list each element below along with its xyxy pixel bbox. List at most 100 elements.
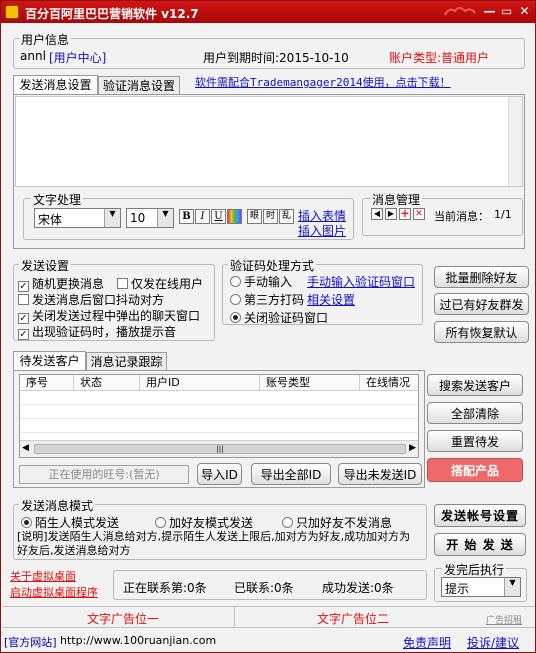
- font-size-value: 10: [130, 211, 146, 225]
- ad-recruit-link[interactable]: 广告招租: [486, 613, 522, 626]
- font-select[interactable]: 宋体 ▼: [34, 208, 121, 228]
- export-unsent-id-button[interactable]: 导出未发送ID: [338, 463, 422, 485]
- table-row[interactable]: [20, 419, 418, 433]
- scroll-right-icon[interactable]: ▶: [409, 443, 416, 453]
- random-tool-button[interactable]: 乱: [279, 209, 294, 224]
- horizontal-scrollbar[interactable]: ◀ ||| ▶: [20, 440, 418, 457]
- insert-image-link[interactable]: 插入图片: [298, 222, 346, 239]
- success-label: 成功发送:0条: [322, 581, 394, 595]
- skip-existing-friends-button[interactable]: 过已有好友群发: [434, 293, 529, 315]
- delete-message-icon[interactable]: ✕: [413, 208, 425, 220]
- checkbox-icon: [117, 278, 128, 289]
- restore-defaults-button[interactable]: 所有恢复默认: [434, 321, 529, 343]
- font-value: 宋体: [38, 213, 63, 227]
- random-message-checkbox[interactable]: ✓ 随机更换消息: [18, 275, 104, 292]
- textarea-scrollbar[interactable]: [508, 97, 522, 186]
- close-button[interactable]: ✕: [516, 3, 533, 19]
- match-products-button[interactable]: 搭配产品: [427, 458, 523, 482]
- random-message-label: 随机更换消息: [32, 277, 105, 291]
- column-header-status[interactable]: 状态: [74, 375, 140, 391]
- export-all-id-button[interactable]: 导出全部ID: [251, 463, 331, 485]
- friend-mode-label: 加好友模式发送: [169, 516, 254, 530]
- official-site-url[interactable]: http://www.100ruanjian.com: [60, 634, 216, 647]
- tab-pending-label: 待发送客户: [19, 354, 80, 368]
- contacting-label: 正在联系第:0条: [123, 581, 207, 595]
- minimize-button[interactable]: —: [481, 3, 498, 19]
- window-title: 百分百阿里巴巴营销软件 v12.7: [25, 7, 199, 21]
- tab-verify-message-settings[interactable]: 验证消息设置: [98, 76, 180, 95]
- column-header-online[interactable]: 在线情况: [360, 375, 418, 391]
- clear-all-button[interactable]: 全部清除: [427, 402, 523, 424]
- checkbox-checked-icon: ✓: [18, 329, 29, 340]
- captcha-sound-label: 出现验证码时，播放提示音: [32, 325, 177, 339]
- download-notice-link[interactable]: 软件需配合Trademangager2014使用，点击下载！: [195, 74, 451, 90]
- color-palette-icon[interactable]: [227, 209, 242, 224]
- feedback-link[interactable]: 投诉/建议: [467, 634, 519, 651]
- tab-send-message-settings[interactable]: 发送消息设置: [13, 75, 98, 95]
- captcha-sound-checkbox[interactable]: ✓ 出现验证码时，播放提示音: [18, 323, 176, 340]
- next-message-icon[interactable]: ▶: [385, 208, 397, 220]
- close-chat-window-checkbox[interactable]: ✓ 关闭发送过程中弹出的聊天窗口: [18, 307, 200, 324]
- ad-row: [3, 606, 535, 628]
- cloud-ornament-icon: [444, 7, 476, 16]
- ad-slot-two[interactable]: 文字广告位二: [317, 610, 389, 627]
- tab-pending-customers[interactable]: 待发送客户: [13, 351, 86, 371]
- table-row[interactable]: [20, 405, 418, 419]
- close-captcha-radio[interactable]: 关闭验证码窗口: [230, 309, 328, 326]
- maximize-button[interactable]: ▭: [498, 3, 515, 19]
- underline-button[interactable]: U: [211, 209, 226, 224]
- chevron-down-icon: ▼: [504, 578, 520, 596]
- prev-message-icon[interactable]: ◀: [371, 208, 383, 220]
- italic-button[interactable]: I: [195, 209, 210, 224]
- customer-table[interactable]: 序号 状态 用户ID 账号类型 在线情况 ◀ ||| ▶: [19, 374, 419, 458]
- column-header-index[interactable]: 序号: [20, 375, 74, 391]
- official-site-label[interactable]: [官方网站]: [4, 634, 57, 650]
- related-settings-link[interactable]: 相关设置: [307, 291, 355, 308]
- scroll-thumb[interactable]: |||: [34, 444, 406, 454]
- after-send-select[interactable]: 提示 ▼: [441, 577, 521, 597]
- reset-pending-button[interactable]: 重置待发: [427, 430, 523, 452]
- about-virtual-desktop-link[interactable]: 关于虚拟桌面: [10, 568, 76, 584]
- manual-input-window-link[interactable]: 手动输入验证码窗口: [307, 273, 415, 290]
- search-customers-button[interactable]: 搜索发送客户: [427, 374, 523, 396]
- title-bar[interactable]: 百分百阿里巴巴营销软件 v12.7 — ▭ ✕: [1, 1, 535, 23]
- tab-verify-label: 验证消息设置: [102, 79, 175, 93]
- close-chat-window-label: 关闭发送过程中弹出的聊天窗口: [32, 309, 201, 323]
- friend-mode-radio[interactable]: 加好友模式发送: [155, 514, 253, 531]
- table-header: 序号 状态 用户ID 账号类型 在线情况: [20, 375, 418, 391]
- third-party-radio[interactable]: 第三方打码: [230, 291, 304, 308]
- expiry-label: 用户到期时间:2015-10-10: [203, 51, 349, 65]
- font-size-select[interactable]: 10 ▼: [126, 208, 174, 228]
- radio-icon: [230, 294, 241, 305]
- time-tool-button[interactable]: 时: [263, 209, 278, 224]
- user-center-link[interactable]: [用户中心]: [49, 49, 106, 66]
- sender-account-settings-button[interactable]: 发送帐号设置: [434, 504, 526, 527]
- import-id-button[interactable]: 导入ID: [197, 463, 242, 485]
- text-processing-title: 文字处理: [31, 191, 84, 208]
- start-send-button[interactable]: 开 始 发 送: [434, 533, 526, 556]
- shake-window-label: 发送消息后窗口抖动对方: [32, 293, 165, 307]
- table-row[interactable]: [20, 391, 418, 405]
- friend-only-radio[interactable]: 只加好友不发消息: [282, 514, 392, 531]
- tab-message-history[interactable]: 消息记录跟踪: [86, 352, 167, 371]
- start-virtual-desktop-link[interactable]: 启动虚拟桌面程序: [10, 584, 98, 600]
- scroll-left-icon[interactable]: ◀: [22, 443, 29, 453]
- batch-delete-friends-button[interactable]: 批量删除好友: [434, 266, 529, 288]
- stranger-mode-radio[interactable]: 陌生人模式发送: [21, 514, 119, 531]
- send-settings-title: 发送设置: [19, 257, 72, 274]
- bold-button[interactable]: B: [179, 209, 194, 224]
- manual-input-radio[interactable]: 手动输入: [230, 273, 292, 290]
- shake-window-checkbox[interactable]: 发送消息后窗口抖动对方: [18, 291, 164, 308]
- account-type-label: 账户类型:普通用户: [389, 51, 490, 65]
- contacted-label: 已联系:0条: [234, 581, 294, 595]
- eye-tool-button[interactable]: 眼: [247, 209, 262, 224]
- column-header-user-id[interactable]: 用户ID: [140, 375, 260, 391]
- add-message-icon[interactable]: +: [399, 208, 411, 220]
- ad-slot-one[interactable]: 文字广告位一: [87, 610, 159, 627]
- send-mode-title: 发送消息模式: [19, 497, 96, 514]
- online-only-checkbox[interactable]: 仅发在线用户: [117, 275, 203, 292]
- disclaimer-link[interactable]: 免责声明: [403, 634, 451, 651]
- mode-description: [说明]发送陌生人消息给对方,提示陌生人发送上限后,加对方为好友,成功加对方为好…: [17, 530, 411, 557]
- column-header-account-type[interactable]: 账号类型: [260, 375, 360, 391]
- message-textarea[interactable]: [15, 96, 523, 187]
